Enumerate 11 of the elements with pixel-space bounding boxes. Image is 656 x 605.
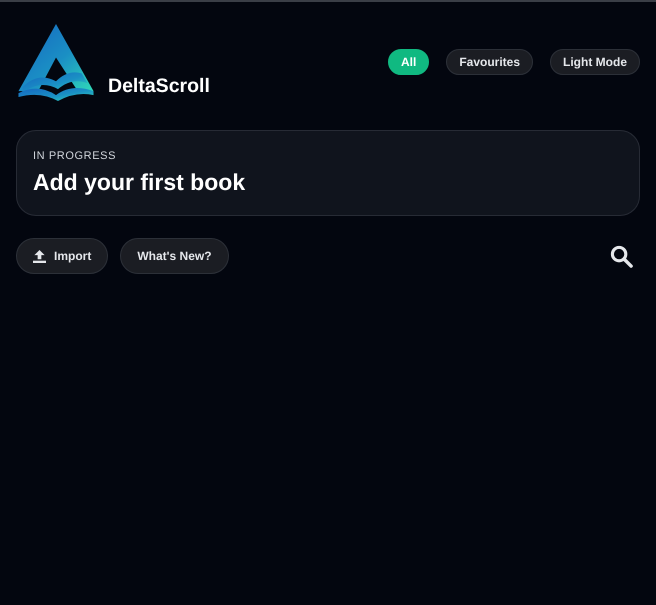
upload-icon (33, 250, 46, 262)
import-button[interactable]: Import (16, 238, 108, 274)
filter-tab[interactable]: Light Mode (550, 49, 640, 75)
book-title: Add your first book (33, 168, 246, 196)
app-name: DeltaScroll (108, 75, 210, 97)
progress-card[interactable]: IN PROGRESS Add your first book (16, 130, 640, 216)
filter-tab[interactable]: Favourites (446, 49, 534, 75)
whats-new-button[interactable]: What's New? (120, 238, 229, 274)
logo-icon (16, 22, 96, 101)
status-label: IN PROGRESS (33, 149, 118, 163)
search-icon[interactable] (610, 244, 633, 268)
